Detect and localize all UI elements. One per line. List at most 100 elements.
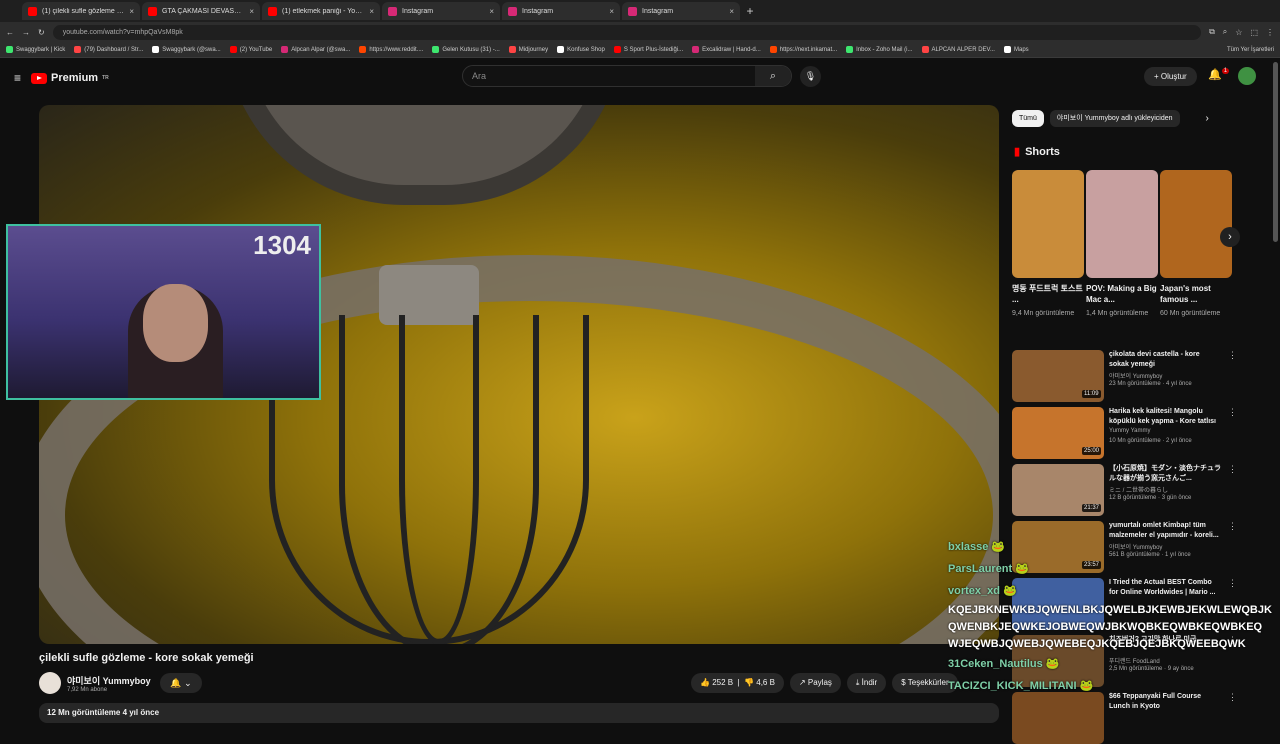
hamburger-icon[interactable]: ≡ [14,71,21,85]
recommendation-item[interactable]: $66 Teppanyaki Full Course Lunch in Kyot… [1012,692,1237,744]
close-icon[interactable]: × [729,7,734,16]
forward-icon[interactable]: → [22,28,30,37]
channel-avatar[interactable] [39,672,61,694]
chip-from-uploader[interactable]: 야미보이 Yummyboy adlı yükleyiciden [1049,110,1180,127]
close-icon[interactable]: × [369,7,374,16]
bookmark-item[interactable]: Swaggybark (@swa... [152,45,221,53]
browser-tab[interactable]: (1) etlekmek paniği - YouTube × [262,2,380,20]
short-title[interactable]: 명동 푸드트럭 토스트 ... [1012,283,1084,305]
bookmark-item[interactable]: https://www.reddit.... [359,45,423,53]
notifications-bell-icon[interactable]: 🔔 1 [1208,68,1230,81]
create-button[interactable]: + Oluştur [1144,67,1197,86]
chat-username-text: 31Ceken_Nautilus [948,658,1043,670]
chat-message: WJEQWBJQWEBJQWEBEQJKQEBJQEJBKQWEEBQWK [948,636,1280,653]
share-button[interactable]: ↗ Paylaş [789,673,841,693]
browser-tab[interactable]: Instagram × [382,2,500,20]
browser-tab[interactable]: GTA ÇAKMASI DEVASA OYUNU × [142,2,260,20]
browser-tab[interactable]: Instagram × [502,2,620,20]
download-button[interactable]: ⤓ İndir [846,673,887,693]
bookmark-item[interactable]: Excalidraw | Hand-d... [692,45,761,53]
tab-title: GTA ÇAKMASI DEVASA OYUNU [162,7,244,15]
recommendation-item[interactable]: 21:37 【小石原焼】モダン・淡色ナチュラルな器が揃う窯元さんご... ミニ / … [1012,464,1237,516]
new-tab-button[interactable]: + [742,3,758,19]
bookmark-item[interactable]: Alpcan Alpar (@swa... [281,45,350,53]
close-icon[interactable]: × [249,7,254,16]
description-box[interactable]: 12 Mn görüntüleme 4 yıl önce [39,703,999,723]
tab-favicon-icon [628,6,637,16]
bookmark-item[interactable]: (2) YouTube [229,45,272,53]
bookmark-item[interactable]: Konfuse Shop [557,45,605,53]
channel-info[interactable]: 야미보이 Yummyboy 7,92 Mn abone [39,672,151,694]
bookmark-star-icon[interactable]: ☆ [1235,28,1242,37]
browser-tab[interactable]: Instagram × [622,2,740,20]
chat-message-text: WJEQWBJQWEBJQWEBEQJKQEBJQEJBKQWEEBQWK [948,638,1246,650]
recommendation-title[interactable]: çikolata devi castella - kore sokak yeme… [1109,350,1221,370]
search-icon[interactable]: ⌕ [755,66,791,86]
search-input[interactable]: Ara [472,71,486,81]
short-card[interactable]: POV: Making a Big Mac a... 1,4 Mn görüntü… [1086,170,1158,319]
short-thumbnail[interactable] [1160,170,1232,278]
browser-tab[interactable]: (1) çilekli sufle gözleme - k × [22,2,140,20]
tab-title: (1) çilekli sufle gözleme - k [42,7,125,15]
close-icon[interactable]: × [129,7,134,16]
recommendation-title[interactable]: Harika kek kalitesi! Mangolu köpüklü kek… [1109,407,1221,427]
recommendation-item[interactable]: 25:00 Harika kek kalitesi! Mangolu köpükl… [1012,407,1237,459]
recommendation-thumbnail[interactable] [1012,692,1104,744]
menu-icon[interactable]: ⋮ [1266,28,1274,37]
all-bookmarks[interactable]: Tüm Yer İşaretleri [1227,47,1274,53]
bookmark-favicon-icon [281,45,289,53]
recommendation-channel[interactable]: Yummy Yammy [1109,428,1150,434]
channel-name[interactable]: 야미보이 Yummyboy [67,674,151,687]
chat-message-text: QWENBKJEQWKEJOBWEQWJBKWQBKEQWBKEQWBKEQ [948,621,1263,633]
recommendation-title[interactable]: 【小石原焼】モダン・淡色ナチュラルな器が揃う窯元さんご... [1109,464,1221,484]
reload-icon[interactable]: ↻ [38,28,45,37]
bookmark-item[interactable]: Inbox - Zoho Mail (i... [846,45,913,53]
bookmark-item[interactable]: Midjourney [508,45,548,53]
overlay-counter: 1304 [253,230,311,260]
bookmark-favicon-icon [229,45,237,53]
recommendation-item[interactable]: 11:09 çikolata devi castella - kore sokak… [1012,350,1237,402]
short-thumbnail[interactable] [1012,170,1084,278]
short-title[interactable]: Japan's most famous ... [1160,283,1232,305]
zoom-icon[interactable]: ⌕ [1223,27,1227,37]
mic-icon[interactable]: 🎙 [800,66,821,87]
back-icon[interactable]: ← [6,28,14,37]
short-title[interactable]: POV: Making a Big Mac a... [1086,283,1158,305]
bookmark-item[interactable]: Maps [1003,45,1029,53]
subscribed-bell-button[interactable]: 🔔 ⌄ [160,673,202,693]
youtube-logo[interactable]: Premium TR [31,72,109,84]
recommendation-channel[interactable]: 야미보이 Yummyboy [1109,371,1162,380]
next-arrow-icon[interactable]: › [1220,227,1240,247]
chat-username-text: TACIZCI_KICK_MILITANI [948,680,1077,692]
chip-all[interactable]: Tümü [1012,110,1044,127]
tab-favicon-icon [148,6,157,16]
recommendation-channel[interactable]: ミニ / 二世帯の暮らし [1109,485,1168,494]
scrollbar[interactable] [1273,62,1278,242]
more-options-icon[interactable]: ⋮ [1228,350,1237,361]
close-icon[interactable]: × [609,7,614,16]
search-box[interactable]: Ara ⌕ [462,65,792,87]
chat-username: bxlasse 🐸 [948,536,1280,558]
bookmark-item[interactable]: ALPCAN ALPER DEV... [921,45,995,53]
bookmark-favicon-icon [921,45,929,53]
like-button[interactable]: 👍 252 B | 👎 4,6 B [691,673,784,693]
close-icon[interactable]: × [489,7,494,16]
more-options-icon[interactable]: ⋮ [1228,407,1237,418]
short-card[interactable]: Japan's most famous ... 60 Mn görüntüleme [1160,170,1232,319]
streamer-head [143,284,208,362]
install-icon[interactable]: ⧉ [1209,27,1215,37]
bookmark-item[interactable]: https://next.inkarnat... [769,45,837,53]
avatar[interactable] [1238,67,1256,85]
bookmark-item[interactable]: (79) Dashboard / Str... [74,45,143,53]
url-field[interactable]: youtube.com/watch?v=mhpQaVsM8pk [52,24,1202,40]
short-thumbnail[interactable] [1086,170,1158,278]
bookmark-item[interactable]: S Sport Plus-İstediği... [613,45,683,53]
chevron-right-icon[interactable]: › [1206,113,1209,124]
extensions-icon[interactable]: ⬚ [1250,28,1258,37]
more-options-icon[interactable]: ⋮ [1228,464,1237,475]
short-card[interactable]: 명동 푸드트럭 토스트 ... 9,4 Mn görüntüleme [1012,170,1084,319]
bookmark-item[interactable]: Swaggybark | Kick [6,45,65,53]
more-options-icon[interactable]: ⋮ [1228,521,1237,532]
filter-chips: Tümü 야미보이 Yummyboy adlı yükleyiciden › [1012,110,1209,127]
bookmark-item[interactable]: Gelen Kutusu (31) -... [432,45,500,53]
